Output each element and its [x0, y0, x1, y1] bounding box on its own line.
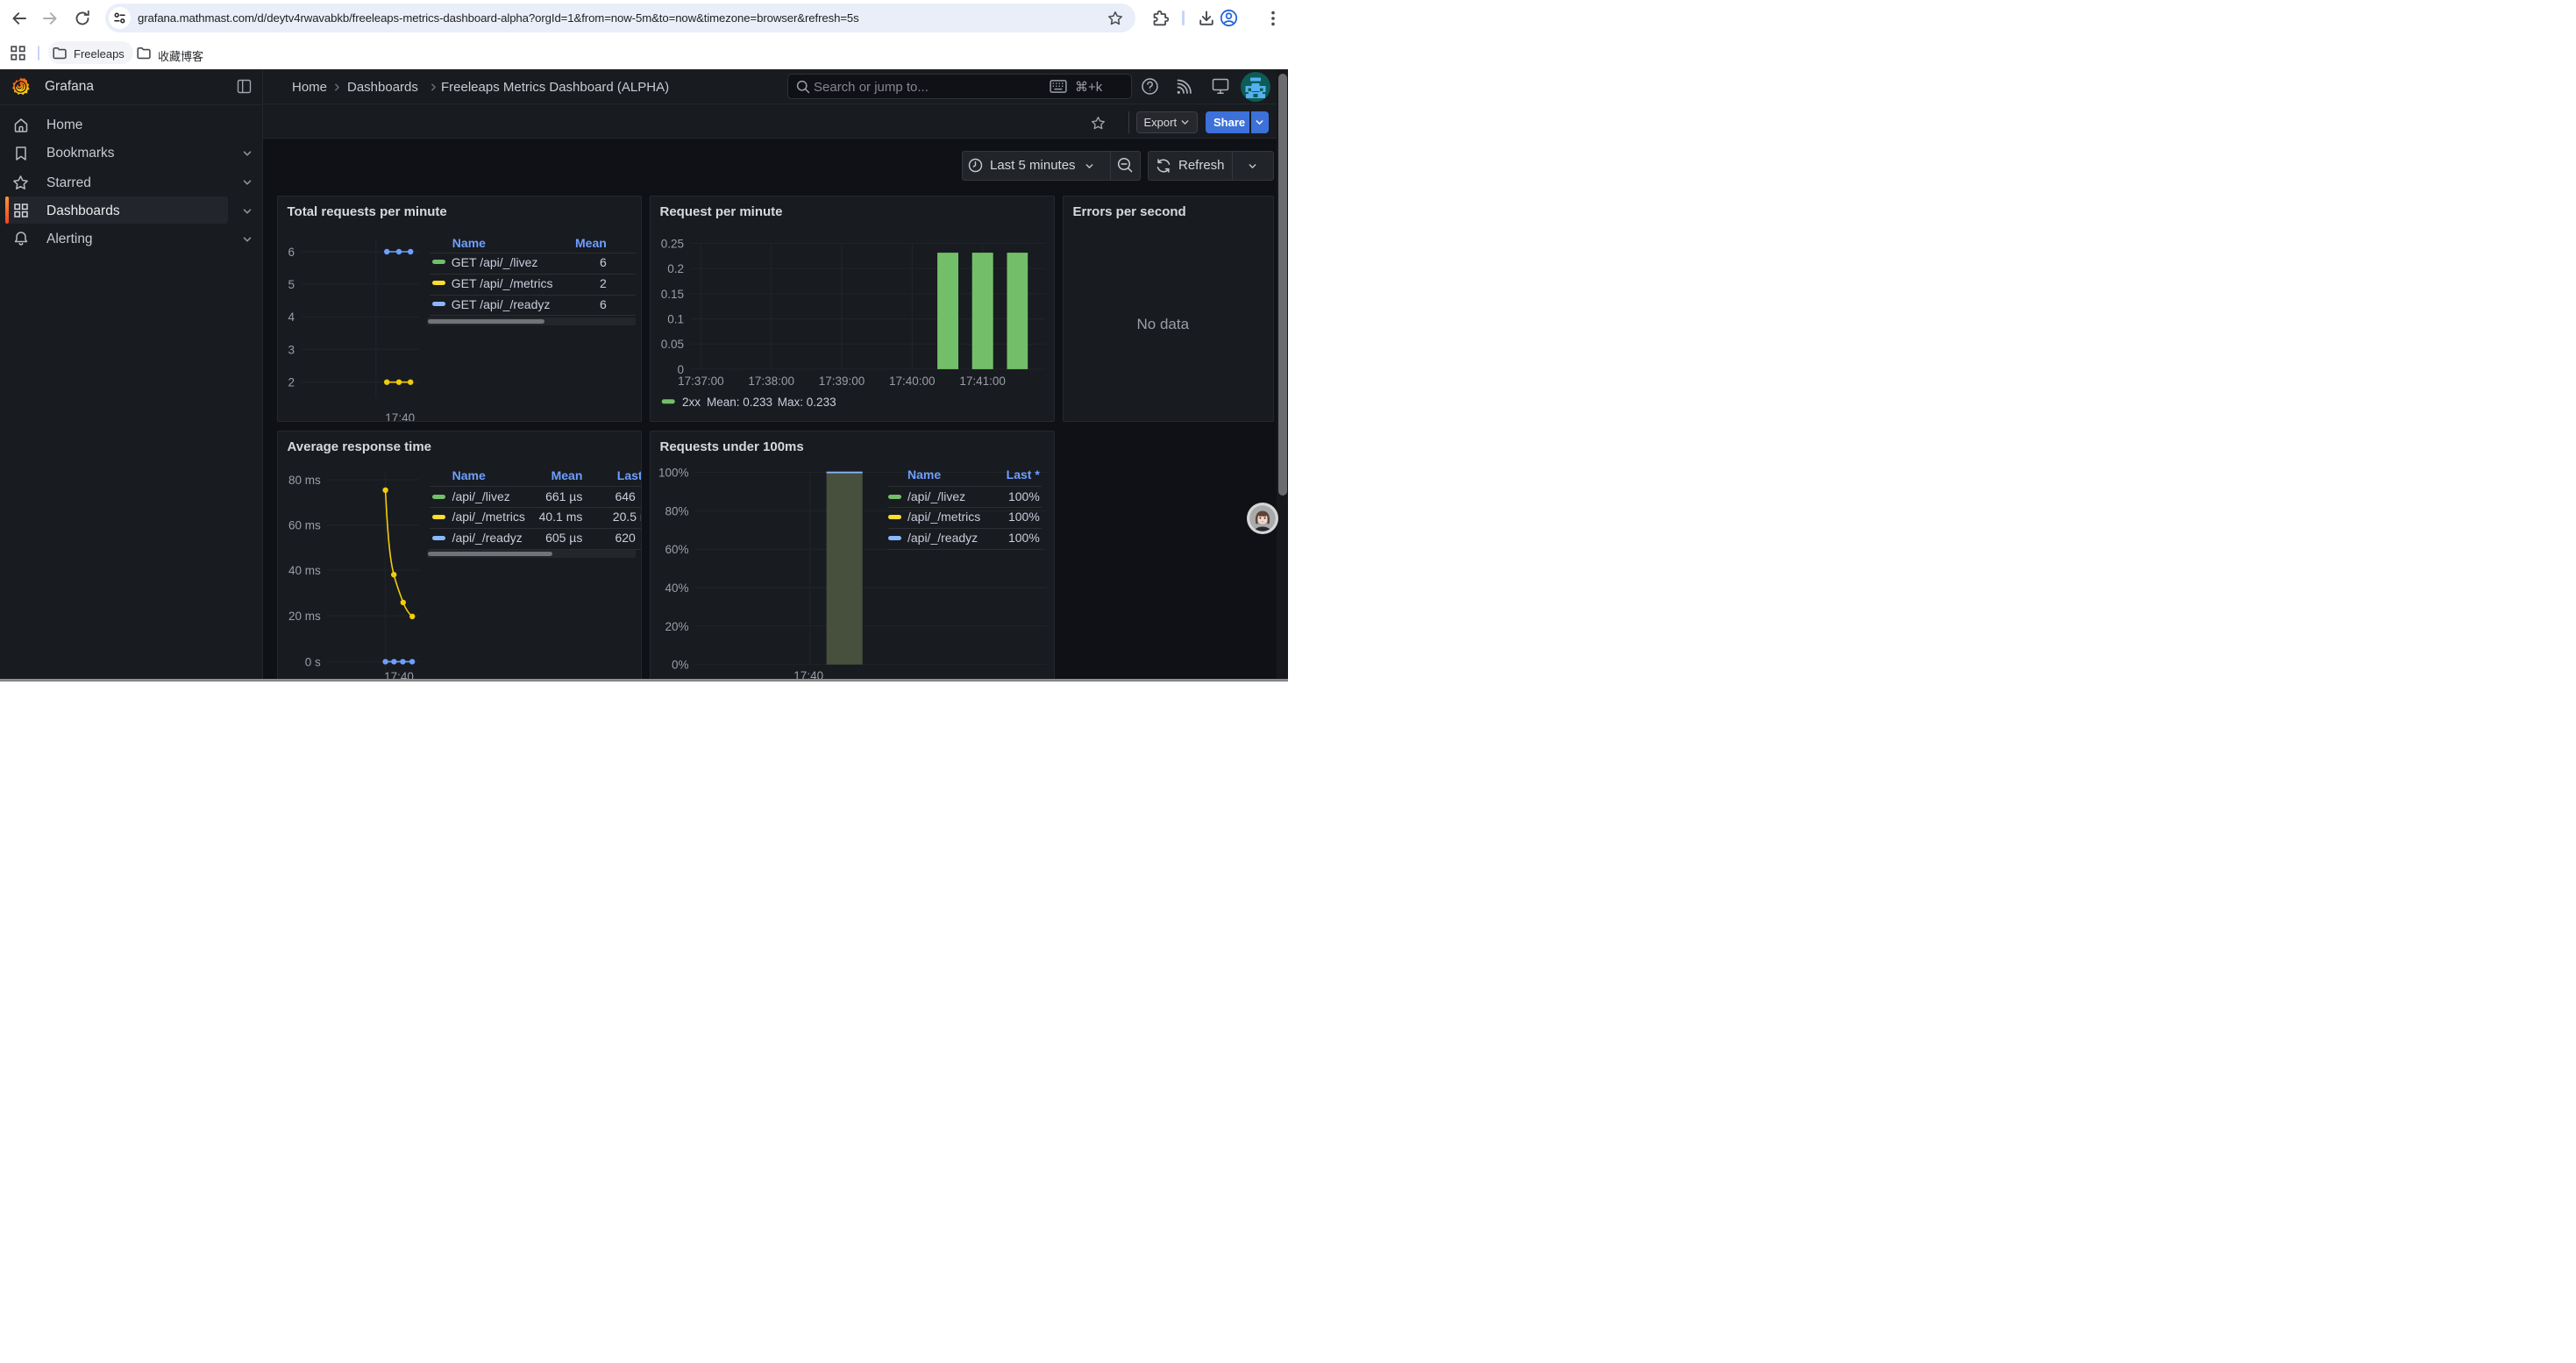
- svg-text:Max: 0.233: Max: 0.233: [778, 396, 836, 409]
- svg-text:17:39:00: 17:39:00: [819, 375, 865, 388]
- svg-text:3: 3: [288, 343, 295, 356]
- svg-text:0 s: 0 s: [305, 655, 321, 668]
- svg-text:6: 6: [288, 246, 295, 259]
- svg-text:80%: 80%: [665, 504, 688, 517]
- svg-text:17:41:00: 17:41:00: [959, 375, 1006, 388]
- svg-text:40 ms: 40 ms: [288, 564, 321, 577]
- svg-text:5: 5: [288, 278, 295, 291]
- svg-text:4: 4: [288, 310, 295, 324]
- svg-text:0%: 0%: [672, 659, 689, 672]
- svg-text:100%: 100%: [658, 467, 689, 480]
- svg-text:80 ms: 80 ms: [288, 474, 321, 487]
- svg-text:17:40:00: 17:40:00: [889, 375, 936, 388]
- svg-text:20 ms: 20 ms: [288, 610, 321, 623]
- svg-text:0.15: 0.15: [661, 288, 684, 301]
- svg-text:40%: 40%: [665, 582, 688, 595]
- svg-text:0.1: 0.1: [667, 313, 684, 326]
- svg-text:0.25: 0.25: [661, 237, 684, 250]
- svg-text:60 ms: 60 ms: [288, 519, 321, 532]
- svg-text:17:40: 17:40: [385, 411, 415, 422]
- svg-text:17:38:00: 17:38:00: [748, 375, 794, 388]
- svg-text:Mean: 0.233: Mean: 0.233: [707, 396, 772, 409]
- svg-text:17:37:00: 17:37:00: [678, 375, 724, 388]
- svg-text:2: 2: [288, 376, 295, 389]
- svg-text:0.2: 0.2: [667, 262, 684, 275]
- svg-text:2xx: 2xx: [682, 396, 701, 409]
- svg-text:0.05: 0.05: [661, 338, 684, 351]
- svg-text:60%: 60%: [665, 543, 688, 556]
- svg-text:20%: 20%: [665, 620, 688, 633]
